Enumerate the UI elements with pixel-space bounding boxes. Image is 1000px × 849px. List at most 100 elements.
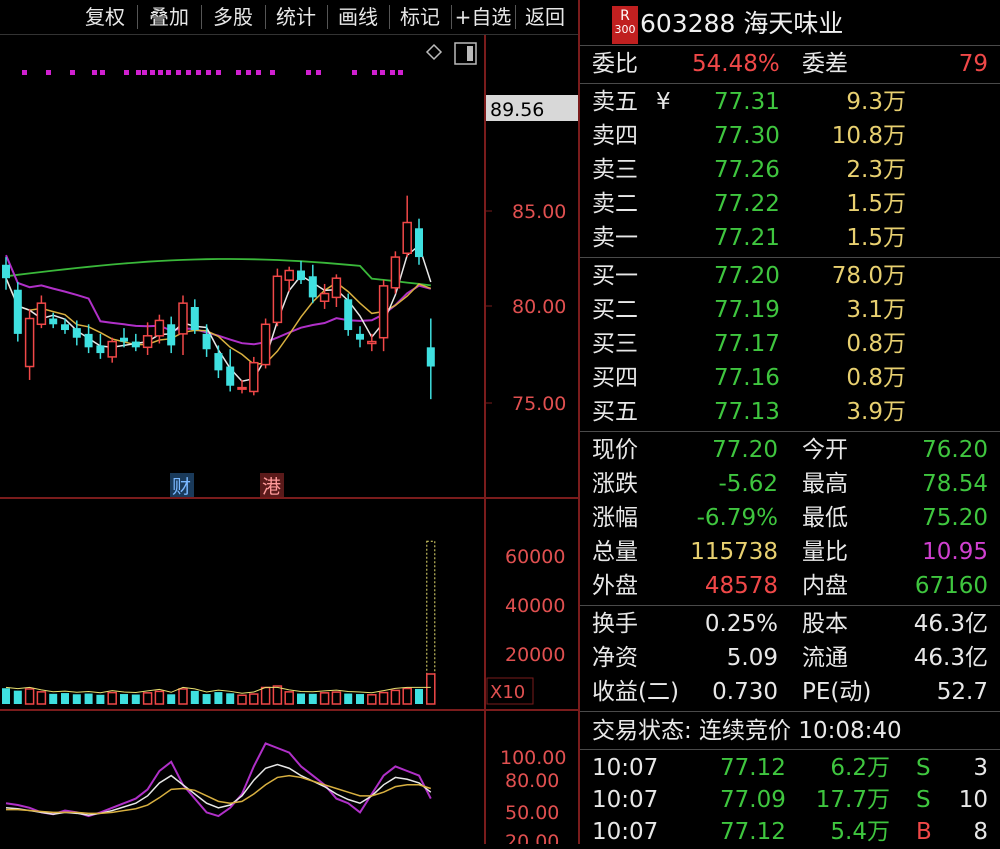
signal-dot bbox=[158, 70, 163, 75]
volume-bar bbox=[107, 691, 117, 705]
signal-dot bbox=[92, 70, 97, 75]
quote-stat-row: 收益(二) 0.730 PE(动) 52.7 bbox=[580, 675, 1000, 709]
buy-level-label: 买三 bbox=[592, 331, 638, 357]
draw-line-button[interactable]: 画线 bbox=[328, 0, 388, 34]
sell-level-row: 卖五 ¥77.31 9.3万 bbox=[580, 85, 1000, 119]
volume-bar bbox=[237, 694, 247, 705]
tick-price: 77.09 bbox=[720, 787, 786, 813]
stat-value: 0.730 bbox=[712, 679, 778, 705]
quote-stat-row: 净资 5.09 流通 46.3亿 bbox=[580, 641, 1000, 675]
candle bbox=[107, 337, 117, 363]
volume-tick-60000: 60000 bbox=[505, 546, 565, 568]
back-button[interactable]: 返回 bbox=[516, 0, 574, 34]
stock-title[interactable]: 603288 海天味业 bbox=[640, 4, 843, 40]
signal-dot bbox=[352, 70, 357, 75]
signal-dot bbox=[216, 70, 221, 75]
buy-level-label: 买二 bbox=[592, 297, 638, 323]
multi-stock-button[interactable]: 多股 bbox=[202, 0, 264, 34]
stat-label: 流通 bbox=[802, 645, 848, 671]
event-marker-finance[interactable]: 财 bbox=[170, 473, 194, 498]
sell-level-volume: 1.5万 bbox=[846, 225, 906, 251]
buy-level-volume: 3.9万 bbox=[846, 399, 906, 425]
chart-area[interactable]: 复权 叠加 多股 统计 画线 标记 +自选 返回 89.56 85.00 80.… bbox=[0, 0, 578, 844]
signal-dot bbox=[46, 70, 51, 75]
stat-value: 78.54 bbox=[922, 471, 988, 497]
sell-level-mark: ¥ bbox=[656, 89, 671, 115]
signal-dot bbox=[124, 70, 129, 75]
sell-level-price: 77.21 bbox=[714, 225, 780, 251]
stat-value: 77.20 bbox=[712, 437, 778, 463]
sell-level-price: 77.26 bbox=[714, 157, 780, 183]
candle bbox=[378, 280, 389, 352]
statistics-button[interactable]: 统计 bbox=[266, 0, 326, 34]
candle bbox=[24, 308, 35, 380]
volume-bar bbox=[190, 690, 199, 704]
stat-label: 外盘 bbox=[592, 573, 638, 599]
price-tick-75: 75.00 bbox=[512, 393, 566, 415]
signal-dot bbox=[236, 70, 241, 75]
stat-label: 总量 bbox=[592, 539, 638, 565]
volume-bar bbox=[260, 686, 271, 705]
market-badge: R 300 bbox=[612, 6, 638, 44]
volume-bar bbox=[2, 688, 10, 704]
signal-dot bbox=[22, 70, 27, 75]
candle bbox=[272, 268, 283, 327]
event-marker-hk[interactable]: 港 bbox=[260, 473, 284, 498]
signal-dot bbox=[166, 70, 171, 75]
buy-level-volume: 0.8万 bbox=[846, 331, 906, 357]
svg-text:89.56: 89.56 bbox=[490, 99, 544, 121]
stat-value: -6.79% bbox=[696, 505, 778, 531]
stat-label: 今开 bbox=[802, 437, 848, 463]
panel-toggle-icon[interactable] bbox=[454, 42, 477, 65]
volume-bar bbox=[249, 693, 259, 705]
current-price-label: 89.56 bbox=[486, 95, 578, 121]
stat-value: 46.3亿 bbox=[913, 645, 988, 671]
signal-dot bbox=[150, 70, 155, 75]
candle bbox=[249, 356, 259, 396]
buy-level-label: 买四 bbox=[592, 365, 638, 391]
candle bbox=[226, 349, 235, 392]
signal-dot bbox=[100, 70, 105, 75]
candle bbox=[131, 333, 140, 352]
stat-value: 76.20 bbox=[922, 437, 988, 463]
volume-bar bbox=[72, 694, 81, 704]
quote-stat-row: 涨跌 -5.62 最高 78.54 bbox=[580, 467, 1000, 501]
signal-dot bbox=[270, 70, 275, 75]
volume-bar bbox=[319, 692, 330, 705]
buy-level-label: 买五 bbox=[592, 399, 638, 425]
price-tick-85: 85.00 bbox=[512, 201, 566, 223]
tick-side: S bbox=[916, 787, 931, 813]
overlay-button[interactable]: 叠加 bbox=[138, 0, 200, 34]
weibi-row: 委比 54.48% 委差 79 bbox=[592, 51, 988, 77]
buy-level-row: 买一 77.20 78.0万 bbox=[580, 259, 1000, 293]
candle bbox=[36, 295, 47, 329]
candle bbox=[214, 345, 223, 379]
stat-label: 内盘 bbox=[802, 573, 848, 599]
signal-dot bbox=[372, 70, 377, 75]
volume-bar bbox=[226, 693, 235, 704]
mark-button[interactable]: 标记 bbox=[390, 0, 450, 34]
restore-rights-button[interactable]: 复权 bbox=[74, 0, 136, 34]
diamond-icon[interactable] bbox=[425, 43, 443, 61]
chart-toolbar: 复权 叠加 多股 统计 画线 标记 +自选 返回 bbox=[0, 0, 578, 35]
tick-price: 77.12 bbox=[720, 755, 786, 781]
sell-level-label: 卖五 bbox=[592, 89, 638, 115]
stat-value: 5.09 bbox=[726, 645, 778, 671]
candle bbox=[308, 264, 317, 304]
buy-level-price: 77.16 bbox=[714, 365, 780, 391]
candle bbox=[260, 318, 271, 369]
stat-value: 75.20 bbox=[922, 505, 988, 531]
volume-bar bbox=[142, 692, 153, 705]
volume-bar bbox=[120, 694, 128, 704]
trade-status: 交易状态: 连续竞价 10:08:40 bbox=[592, 718, 902, 744]
stat-label: 涨跌 bbox=[592, 471, 638, 497]
stat-value: 67160 bbox=[914, 573, 988, 599]
buy-level-volume: 78.0万 bbox=[831, 263, 906, 289]
stat-label: 换手 bbox=[592, 611, 638, 637]
add-watchlist-button[interactable]: +自选 bbox=[452, 0, 514, 34]
signal-dot bbox=[136, 70, 141, 75]
candle bbox=[49, 312, 58, 329]
stat-label: 收益(二) bbox=[592, 679, 679, 705]
chart-canvas[interactable]: 89.56 85.00 80.00 75.00 财 港 60000 40000 … bbox=[0, 35, 578, 844]
quote-panel: R 300 603288 海天味业 委比 54.48% 委差 79 交易状态: … bbox=[578, 0, 1000, 845]
